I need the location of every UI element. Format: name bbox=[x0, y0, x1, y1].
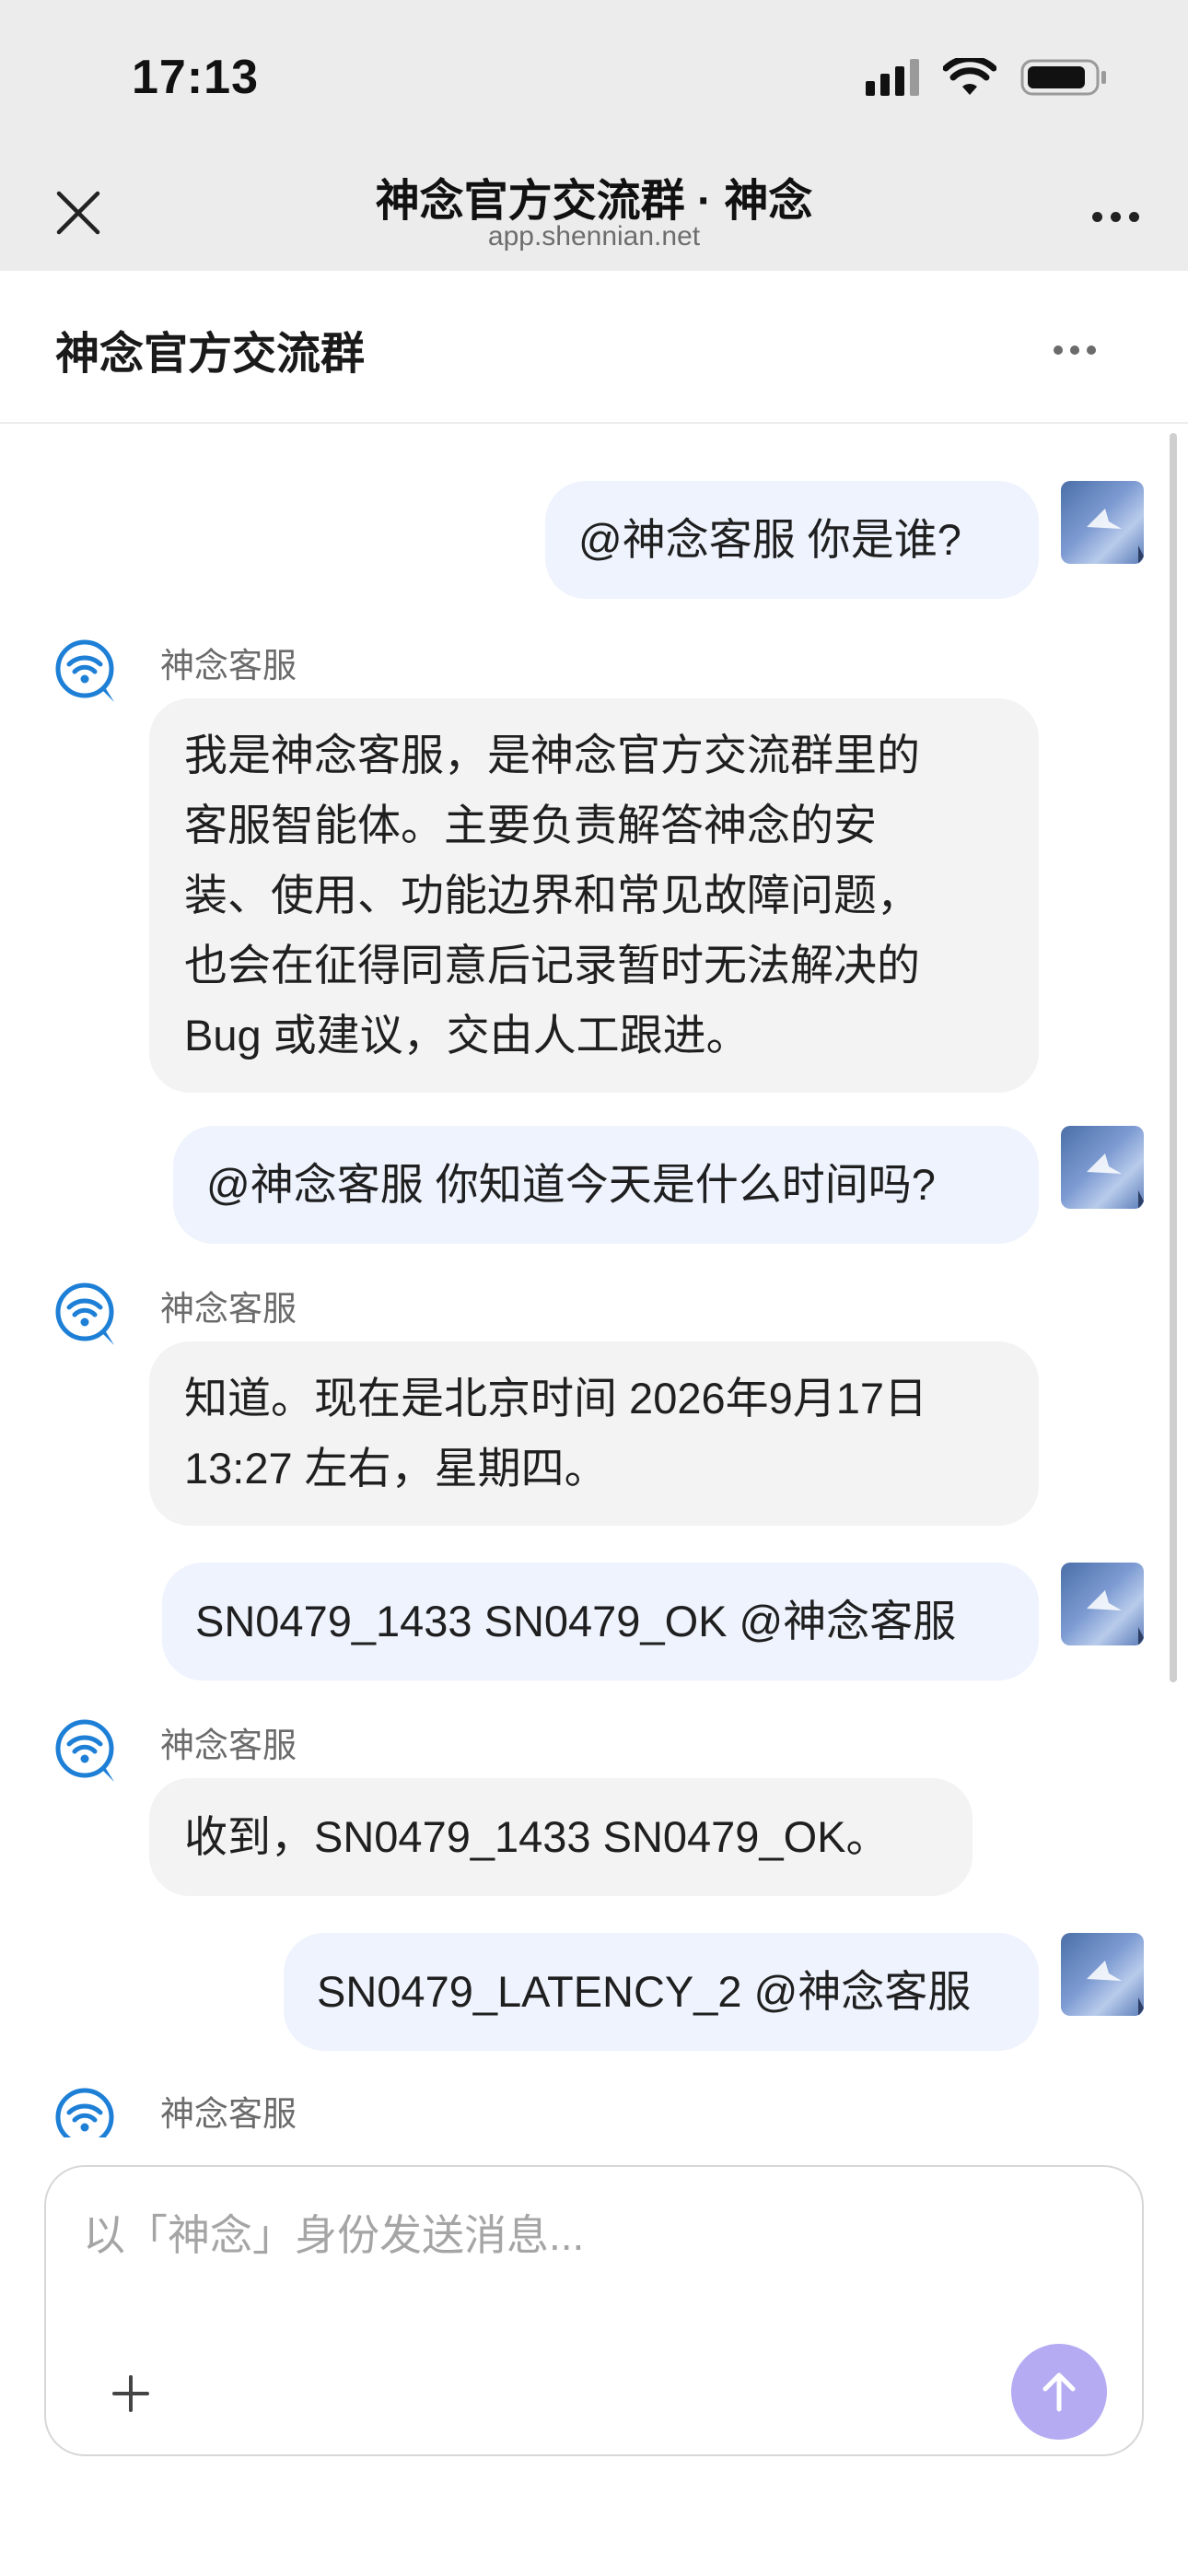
status-bar: 17:13 bbox=[0, 0, 1188, 138]
message-line: Bug 或建议，交由人工跟进。 bbox=[184, 1011, 750, 1060]
message-list[interactable]: @神念客服 你是谁? 神念客服 我是神念客服，是神念官方交流群里的 客服智能体。… bbox=[0, 426, 1188, 2137]
signal-chat-icon bbox=[55, 1719, 114, 1782]
status-icons bbox=[866, 57, 1109, 98]
browser-more-button[interactable] bbox=[1083, 184, 1147, 249]
message-line: 我是神念客服，是神念官方交流群里的 bbox=[184, 731, 920, 779]
sender-name: 神念客服 bbox=[160, 1290, 297, 1328]
message-text: @神念客服 你知道今天是什么时间吗? bbox=[206, 1160, 936, 1209]
avatar[interactable] bbox=[1061, 1933, 1144, 2016]
more-horizontal-icon bbox=[1054, 345, 1063, 355]
plus-icon bbox=[112, 2375, 149, 2412]
sender-name: 神念客服 bbox=[160, 2095, 297, 2133]
cellular-signal-icon bbox=[866, 59, 919, 96]
browser-header: 神念官方交流群 · 神念 app.shennian.net bbox=[0, 138, 1188, 271]
battery-icon bbox=[1020, 59, 1106, 96]
send-button[interactable] bbox=[1011, 2344, 1107, 2440]
bot-message: 知道。现在是北京时间 2026年9月17日 13:27 左右，星期四。 bbox=[149, 1341, 1039, 1526]
more-horizontal-icon bbox=[1091, 211, 1102, 222]
message-line: 收到，SN0479_1433 SN0479_OK。 bbox=[184, 1812, 890, 1861]
sender-name: 神念客服 bbox=[160, 647, 297, 685]
message-line: 装、使用、功能边界和常见故障问题， bbox=[184, 871, 920, 919]
wifi-icon bbox=[943, 58, 996, 95]
message-text: SN0479_LATENCY_2 @神念客服 bbox=[317, 1967, 972, 2016]
message-composer bbox=[44, 2165, 1144, 2456]
signal-chat-icon bbox=[55, 2088, 114, 2137]
avatar[interactable] bbox=[1061, 481, 1144, 564]
chat-title: 神念官方交流群 bbox=[55, 330, 366, 379]
message-line: 知道。现在是北京时间 2026年9月17日 bbox=[184, 1374, 928, 1423]
arrow-up-icon bbox=[1042, 2372, 1076, 2412]
bot-message: 我是神念客服，是神念官方交流群里的 客服智能体。主要负责解答神念的安 装、使用、… bbox=[149, 698, 1039, 1093]
scrollbar[interactable] bbox=[1170, 433, 1177, 1682]
bot-message: 收到，SN0479_1433 SN0479_OK。 bbox=[149, 1778, 973, 1896]
message-line: 13:27 左右，星期四。 bbox=[184, 1444, 608, 1493]
signal-chat-icon bbox=[55, 639, 114, 702]
user-message: SN0479_LATENCY_2 @神念客服 bbox=[284, 1933, 1039, 2051]
message-line: 也会在征得同意后记录暂时无法解决的 bbox=[184, 941, 920, 989]
message-line: 客服智能体。主要负责解答神念的安 bbox=[184, 801, 877, 849]
message-text: SN0479_1433 SN0479_OK @神念客服 bbox=[195, 1597, 957, 1645]
avatar[interactable] bbox=[1061, 1563, 1144, 1645]
user-message: @神念客服 你知道今天是什么时间吗? bbox=[173, 1126, 1039, 1244]
message-input[interactable] bbox=[83, 2189, 1004, 2281]
chat-header: 神念官方交流群 bbox=[0, 271, 1188, 424]
avatar[interactable] bbox=[1061, 1126, 1144, 1209]
user-message: SN0479_1433 SN0479_OK @神念客服 bbox=[162, 1563, 1039, 1680]
status-time: 17:13 bbox=[132, 51, 259, 104]
browser-title: 神念官方交流群 · 神念 bbox=[375, 177, 813, 226]
browser-url: app.shennian.net bbox=[487, 221, 701, 252]
message-text: @神念客服 你是谁? bbox=[578, 515, 961, 564]
sender-name: 神念客服 bbox=[160, 1727, 297, 1764]
signal-chat-icon bbox=[55, 1282, 114, 1345]
add-attachment-button[interactable] bbox=[103, 2366, 158, 2421]
chat-more-button[interactable] bbox=[1042, 322, 1107, 378]
user-message: @神念客服 你是谁? bbox=[545, 481, 1039, 599]
